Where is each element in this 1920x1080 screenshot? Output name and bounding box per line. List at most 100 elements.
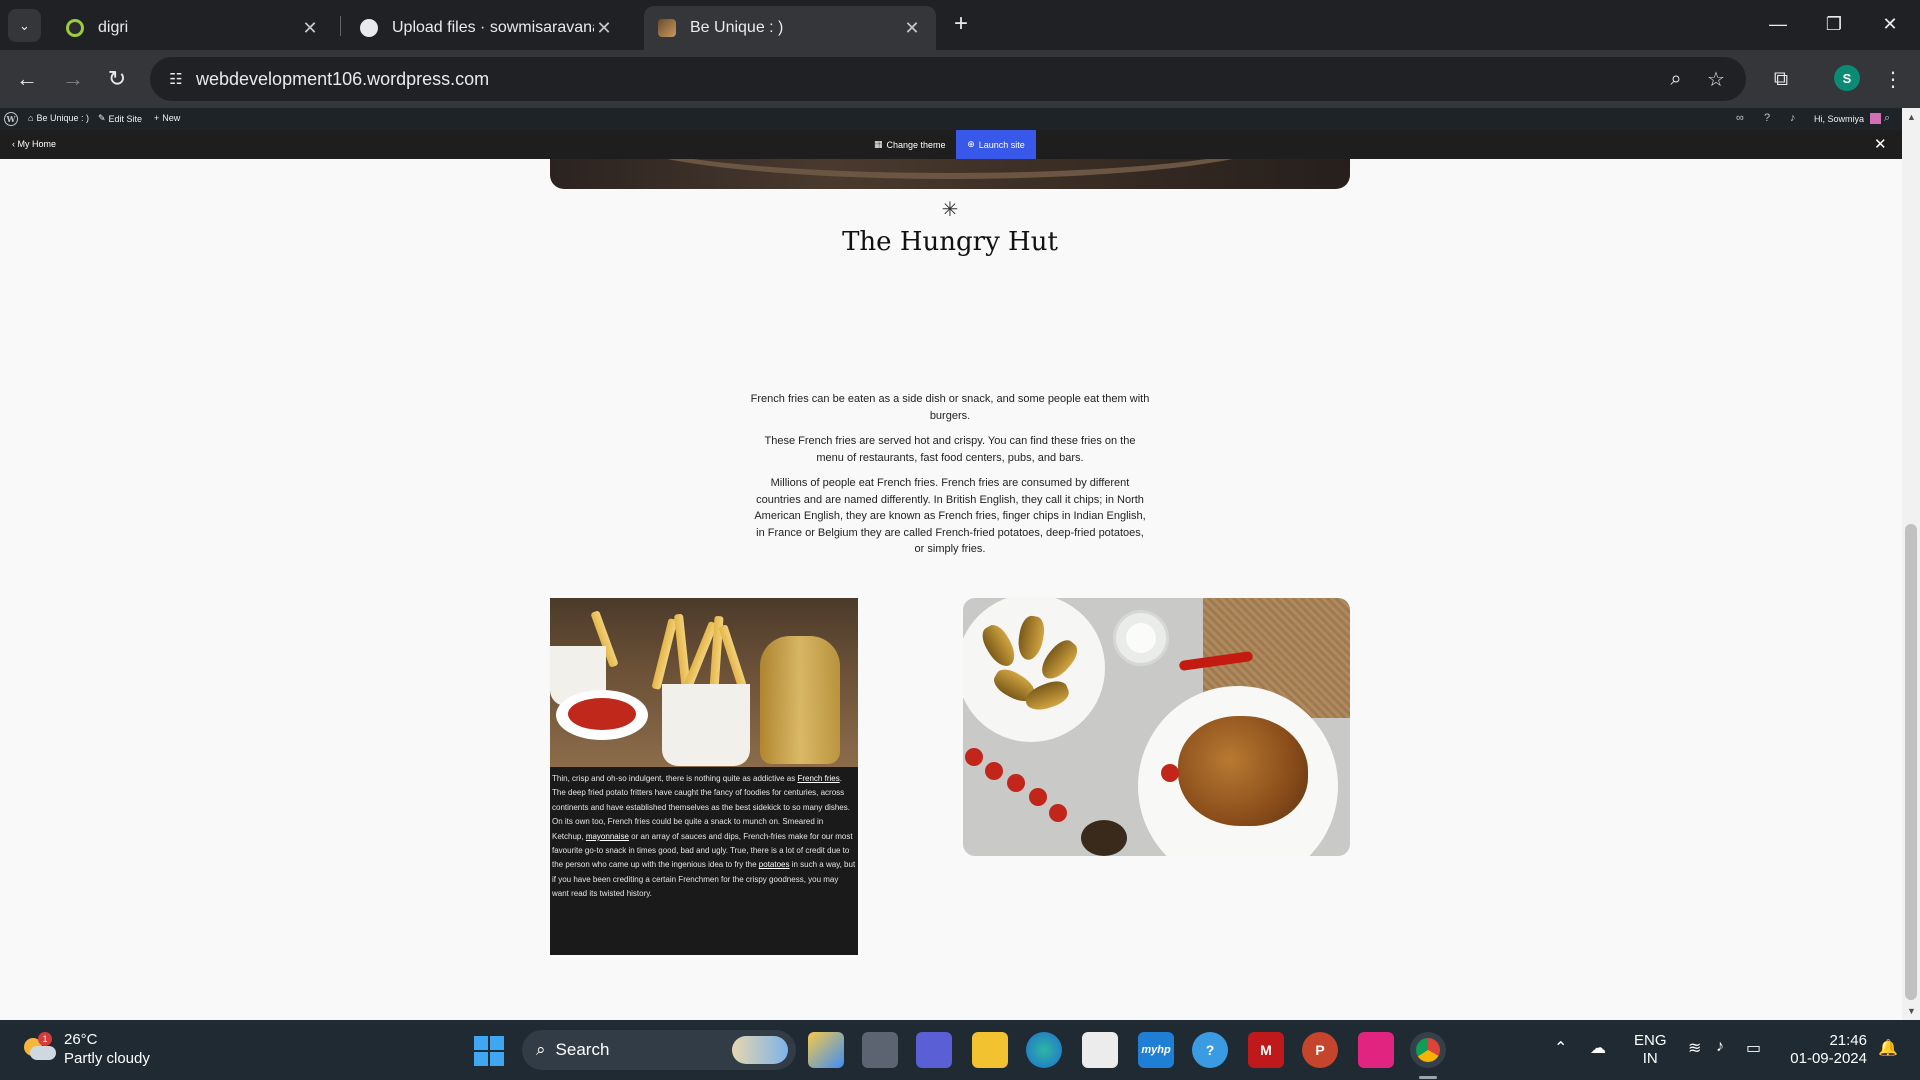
tab-digri[interactable]: digri ✕ — [52, 6, 334, 50]
taskbar-search[interactable]: ⌕ Search — [522, 1030, 796, 1070]
chevron-up-icon[interactable]: ⌃ — [1554, 1038, 1567, 1058]
potato-wedges-plate — [963, 598, 1105, 742]
potato-wedge — [1035, 635, 1083, 685]
mayonnaise-link[interactable]: mayonnaise — [586, 832, 629, 841]
edge-icon[interactable] — [1026, 1032, 1062, 1068]
close-icon[interactable]: ✕ — [902, 18, 922, 39]
avatar — [1870, 113, 1882, 124]
greeting-label: Hi, Sowmiya — [1814, 113, 1865, 124]
back-button[interactable]: ← — [10, 62, 44, 96]
windows-logo-pane — [490, 1036, 504, 1050]
magnifier-icon: ⌕ — [1670, 67, 1682, 90]
copilot-pre-icon[interactable] — [808, 1032, 844, 1068]
puzzle-icon: ⧉ — [1773, 67, 1789, 90]
tab-title: Be Unique : ) — [690, 19, 784, 36]
windows-logo-pane — [474, 1036, 488, 1050]
forward-button[interactable]: → — [56, 62, 90, 96]
tab-be-unique[interactable]: Be Unique : ) ✕ — [644, 6, 936, 50]
site-favicon-icon — [658, 19, 676, 37]
reader-icon[interactable]: ∞ — [1736, 112, 1744, 124]
launch-site-button[interactable]: ⊕ Launch site — [956, 130, 1036, 159]
myhp-icon[interactable]: myhp — [1138, 1032, 1174, 1068]
volume-icon[interactable]: ♪ — [1716, 1038, 1724, 1056]
language-indicator[interactable]: ENG IN — [1634, 1032, 1667, 1068]
tab-search-button[interactable]: ⌄ — [8, 9, 41, 42]
address-bar[interactable]: ☷ webdevelopment106.wordpress.com ⌕ ☆ — [150, 57, 1746, 101]
chrome-icon[interactable] — [1410, 1032, 1446, 1068]
change-theme-button[interactable]: ▦ Change theme — [874, 139, 946, 150]
my-home-label: My Home — [17, 139, 57, 149]
close-icon[interactable]: ✕ — [1874, 135, 1887, 153]
battery-icon[interactable]: ▭ — [1746, 1038, 1761, 1058]
powerpoint-icon[interactable]: P — [1302, 1032, 1338, 1068]
french-fries-link[interactable]: French fries — [797, 774, 839, 783]
admin-account[interactable]: Hi, Sowmiya — [1814, 113, 1882, 124]
onedrive-icon[interactable]: ☁ — [1590, 1038, 1606, 1058]
tab-strip: ⌄ digri ✕ Upload files · sowmisaravana/s… — [0, 0, 1920, 50]
menu-button[interactable]: ⋮ — [1878, 64, 1908, 94]
profile-avatar[interactable]: S — [1834, 65, 1860, 91]
wifi-icon[interactable]: ≋ — [1688, 1038, 1701, 1058]
site-info-button[interactable]: ☷ — [160, 63, 192, 95]
weather-condition: Partly cloudy — [64, 1050, 150, 1067]
cherry-tomato — [1161, 764, 1179, 782]
close-icon[interactable]: ✕ — [300, 18, 320, 39]
new-tab-button[interactable]: + — [948, 12, 974, 38]
notifications-icon[interactable]: ♪ — [1790, 112, 1796, 124]
admin-site-name[interactable]: ⌂ Be Unique : ) — [28, 113, 89, 123]
reload-button[interactable]: ↻ — [100, 62, 134, 96]
clipchamp-icon[interactable] — [1358, 1032, 1394, 1068]
restore-button[interactable]: ❐ — [1806, 0, 1862, 48]
help-icon[interactable]: ? — [1764, 112, 1770, 124]
cherry-tomato — [1029, 788, 1047, 806]
date: 01-09-2024 — [1790, 1050, 1867, 1067]
wordpress-logo-icon[interactable]: W — [4, 112, 18, 126]
file-explorer-icon[interactable] — [972, 1032, 1008, 1068]
search-icon[interactable]: ⌕ — [1884, 112, 1890, 125]
partly-cloudy-icon: 1 — [22, 1032, 56, 1062]
potatoes-link[interactable]: potatoes — [759, 860, 790, 869]
start-button[interactable] — [474, 1036, 504, 1066]
scroll-thumb[interactable] — [1905, 524, 1917, 1000]
admin-edit-site[interactable]: ✎ Edit Site — [98, 113, 142, 124]
get-help-icon[interactable]: ? — [1192, 1032, 1228, 1068]
hero-plate — [610, 159, 1290, 179]
scroll-up-arrow-icon[interactable]: ▲ — [1907, 112, 1916, 122]
oil-bottle — [760, 636, 840, 764]
microsoft-store-icon[interactable] — [1082, 1032, 1118, 1068]
mcafee-icon[interactable]: M — [1248, 1032, 1284, 1068]
notification-bell-icon[interactable]: 🔔 — [1878, 1038, 1898, 1058]
fry — [651, 617, 678, 691]
chevron-left-icon: ‹ — [12, 139, 15, 149]
cherry-tomato — [1007, 774, 1025, 792]
extensions-button[interactable]: ⧉ — [1766, 64, 1796, 94]
site-preview-strip: ‹ My Home ▦ Change theme ⊕ Launch site ✕ — [0, 130, 1920, 159]
zoom-button[interactable]: ⌕ — [1662, 65, 1690, 93]
search-icon: ⌕ — [536, 1040, 546, 1059]
temperature: 26°C — [64, 1031, 98, 1048]
teams-icon[interactable] — [916, 1032, 952, 1068]
card-text-part: Thin, crisp and oh-so indulgent, there i… — [552, 774, 798, 783]
potato-wedge — [1015, 614, 1047, 662]
url-text[interactable]: webdevelopment106.wordpress.com — [196, 69, 489, 90]
page-scrollbar[interactable]: ▲ ▼ — [1902, 108, 1920, 1020]
bookmark-button[interactable]: ☆ — [1702, 65, 1730, 93]
admin-new[interactable]: + New — [154, 113, 180, 123]
browser-toolbar: ← → ↻ ☷ webdevelopment106.wordpress.com … — [0, 50, 1920, 108]
weather-widget[interactable]: 1 26°C Partly cloudy — [22, 1030, 150, 1068]
tab-github-upload[interactable]: Upload files · sowmisaravana/sc ✕ — [346, 6, 628, 50]
task-view-icon[interactable] — [862, 1032, 898, 1068]
site-title[interactable]: The Hungry Hut — [700, 227, 1200, 257]
github-icon — [360, 19, 378, 37]
decorative-asterisk-icon: ✳ — [941, 199, 959, 221]
close-icon[interactable]: ✕ — [594, 18, 614, 39]
my-home-link[interactable]: ‹ My Home — [12, 139, 56, 149]
close-window-button[interactable]: ✕ — [1862, 0, 1918, 48]
plus-icon: + — [953, 10, 968, 37]
launch-site-label: Launch site — [978, 139, 1025, 150]
scroll-down-arrow-icon[interactable]: ▼ — [1907, 1006, 1916, 1016]
clock[interactable]: 21:46 01-09-2024 — [1785, 1032, 1867, 1068]
minimize-button[interactable]: — — [1750, 0, 1806, 48]
globe-icon: ⊕ — [967, 139, 975, 149]
card-text-part: . The deep fried potato fritters have ca… — [552, 774, 850, 841]
